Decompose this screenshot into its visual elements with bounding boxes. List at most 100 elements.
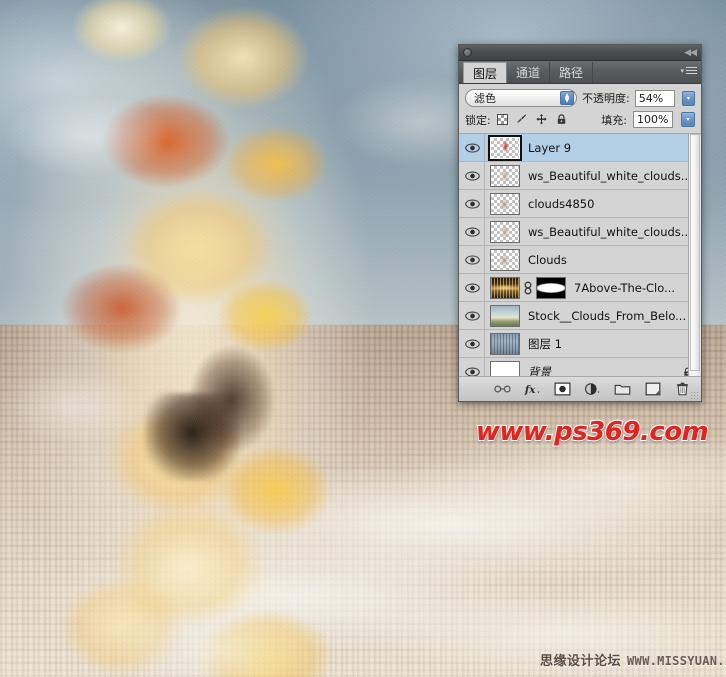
watermark-missyuan-cn: 思缘设计论坛 <box>540 654 622 669</box>
layer-mask-thumbnail[interactable] <box>536 276 566 299</box>
layer-visibility-toggle[interactable] <box>461 302 485 329</box>
layer-visibility-toggle[interactable] <box>461 330 485 357</box>
layer-thumbnail[interactable] <box>490 192 520 215</box>
link-layers-button[interactable] <box>494 381 511 398</box>
layer-name[interactable]: ws_Beautiful_white_clouds... <box>528 225 701 239</box>
panel-tab-strip[interactable]: 图层 通道 路径 ▾ <box>459 61 701 84</box>
layer-name[interactable]: Clouds <box>528 253 701 267</box>
hamburger-menu-icon <box>686 65 697 76</box>
layer-thumbnail[interactable] <box>490 276 520 299</box>
eye-icon <box>465 254 480 265</box>
chevron-down-icon: ▾ <box>680 67 684 75</box>
lock-position-icon[interactable] <box>535 113 548 126</box>
blend-mode-select[interactable]: 滤色 ▲ ▼ <box>465 89 577 107</box>
blend-mode-spinner-icon[interactable]: ▲ ▼ <box>560 91 574 105</box>
layer-visibility-toggle[interactable] <box>461 134 485 161</box>
layers-scrollbar[interactable] <box>688 134 701 376</box>
lock-transparent-pixels-icon[interactable] <box>496 114 508 125</box>
layer-visibility-toggle[interactable] <box>461 162 485 189</box>
layer-name[interactable]: Stock__Clouds_From_Belo... <box>528 309 701 323</box>
layer-name[interactable]: clouds4850 <box>528 197 701 211</box>
layers-scrollbar-thumb[interactable] <box>690 134 700 372</box>
eye-icon <box>465 338 480 349</box>
fill-dropdown-button[interactable]: ▾ <box>681 112 695 127</box>
layer-visibility-toggle[interactable] <box>461 246 485 273</box>
eye-icon <box>465 310 480 321</box>
blend-mode-value: 滤色 <box>474 92 496 105</box>
trash-icon <box>677 382 688 396</box>
blend-mode-row: 滤色 ▲ ▼ 不透明度: 54% ▾ <box>459 84 701 107</box>
table-row[interactable]: clouds4850 <box>459 190 701 218</box>
eye-icon <box>465 226 480 237</box>
explosion-dark-core <box>145 392 240 481</box>
layer-visibility-toggle[interactable] <box>461 274 485 301</box>
table-row[interactable]: 背景 <box>459 358 701 377</box>
table-row[interactable]: 7Above-The-Clo... <box>459 274 701 302</box>
fill-label: 填充: <box>601 113 627 127</box>
new-layer-icon <box>645 382 660 396</box>
layer-name[interactable]: ws_Beautiful_white_clouds... <box>528 169 701 183</box>
lock-all-icon[interactable] <box>555 113 568 126</box>
tab-paths[interactable]: 路径 <box>550 62 594 83</box>
layer-thumbnail[interactable] <box>490 220 520 243</box>
add-layer-mask-button[interactable] <box>554 381 571 398</box>
half-circle-icon <box>585 383 600 395</box>
link-icon <box>494 385 511 393</box>
table-row[interactable]: Clouds <box>459 246 701 274</box>
folder-icon <box>614 384 631 395</box>
layer-thumbnail[interactable] <box>488 134 522 161</box>
new-group-button[interactable] <box>614 381 631 398</box>
layer-thumbnail[interactable] <box>490 332 520 355</box>
table-row[interactable]: Layer 9 <box>459 134 701 162</box>
layer-thumbnail[interactable] <box>490 360 520 376</box>
layer-name[interactable]: Layer 9 <box>528 141 701 155</box>
eye-icon <box>465 198 480 209</box>
explosion-cloud <box>0 0 509 677</box>
watermark-missyuan-en: WWW.MISSYUAN.COM <box>627 654 726 668</box>
layers-list[interactable]: Layer 9 ws_Beautiful_white_clouds... clo… <box>459 134 701 377</box>
layer-name[interactable]: 图层 1 <box>528 336 701 352</box>
layer-name[interactable]: 背景 <box>528 364 682 377</box>
new-adjustment-layer-button[interactable] <box>584 381 601 398</box>
eye-icon <box>465 282 480 293</box>
opacity-input[interactable]: 54% <box>634 89 675 107</box>
table-row[interactable]: ws_Beautiful_white_clouds... <box>459 162 701 190</box>
watermark-ps369: www.ps369.com <box>475 416 710 448</box>
chain-link-icon <box>524 281 532 294</box>
panel-resize-grip[interactable] <box>690 391 699 400</box>
lock-row: 锁定: 填充: 100% ▾ <box>459 107 701 134</box>
panel-collapse-icon[interactable]: ◀◀ <box>684 47 697 57</box>
lock-image-pixels-icon[interactable] <box>515 113 528 126</box>
table-row[interactable]: Stock__Clouds_From_Belo... <box>459 302 701 330</box>
mask-link-icon[interactable] <box>523 281 533 295</box>
lock-icon-group <box>496 113 568 126</box>
mask-icon <box>554 382 571 396</box>
panel-close-dot-icon[interactable] <box>463 48 472 57</box>
layers-panel[interactable]: ◀◀ 图层 通道 路径 ▾ 滤色 ▲ ▼ 不透明度: 54% ▾ 锁定: 填充:… <box>458 44 702 402</box>
new-layer-button[interactable] <box>644 381 661 398</box>
panel-titlebar[interactable]: ◀◀ <box>459 45 701 61</box>
panel-menu-button[interactable]: ▾ <box>680 65 697 76</box>
layer-visibility-toggle[interactable] <box>461 358 485 376</box>
layer-visibility-toggle[interactable] <box>461 218 485 245</box>
tab-layers[interactable]: 图层 <box>463 62 508 83</box>
svg-text:fx: fx <box>524 384 536 396</box>
layer-name[interactable]: 7Above-The-Clo... <box>574 281 701 295</box>
lock-label: 锁定: <box>465 113 491 127</box>
table-row[interactable]: 图层 1 <box>459 330 701 358</box>
opacity-dropdown-button[interactable]: ▾ <box>681 90 695 106</box>
layer-visibility-toggle[interactable] <box>461 190 485 217</box>
fx-icon: fx <box>524 384 540 396</box>
eye-icon <box>465 170 480 181</box>
layer-thumbnail[interactable] <box>490 248 520 271</box>
fill-input[interactable]: 100% <box>633 111 673 128</box>
layer-style-button[interactable]: fx <box>524 381 541 398</box>
screenshot-root: www.ps369.com 思缘设计论坛 WWW.MISSYUAN.COM ◀◀… <box>0 0 726 677</box>
eye-icon <box>465 142 480 153</box>
layer-thumbnail[interactable] <box>490 304 520 327</box>
layer-thumbnail[interactable] <box>490 164 520 187</box>
tab-channels[interactable]: 通道 <box>507 62 551 83</box>
layers-panel-footer[interactable]: fx <box>459 377 701 401</box>
delete-layer-button[interactable] <box>674 381 691 398</box>
table-row[interactable]: ws_Beautiful_white_clouds... <box>459 218 701 246</box>
